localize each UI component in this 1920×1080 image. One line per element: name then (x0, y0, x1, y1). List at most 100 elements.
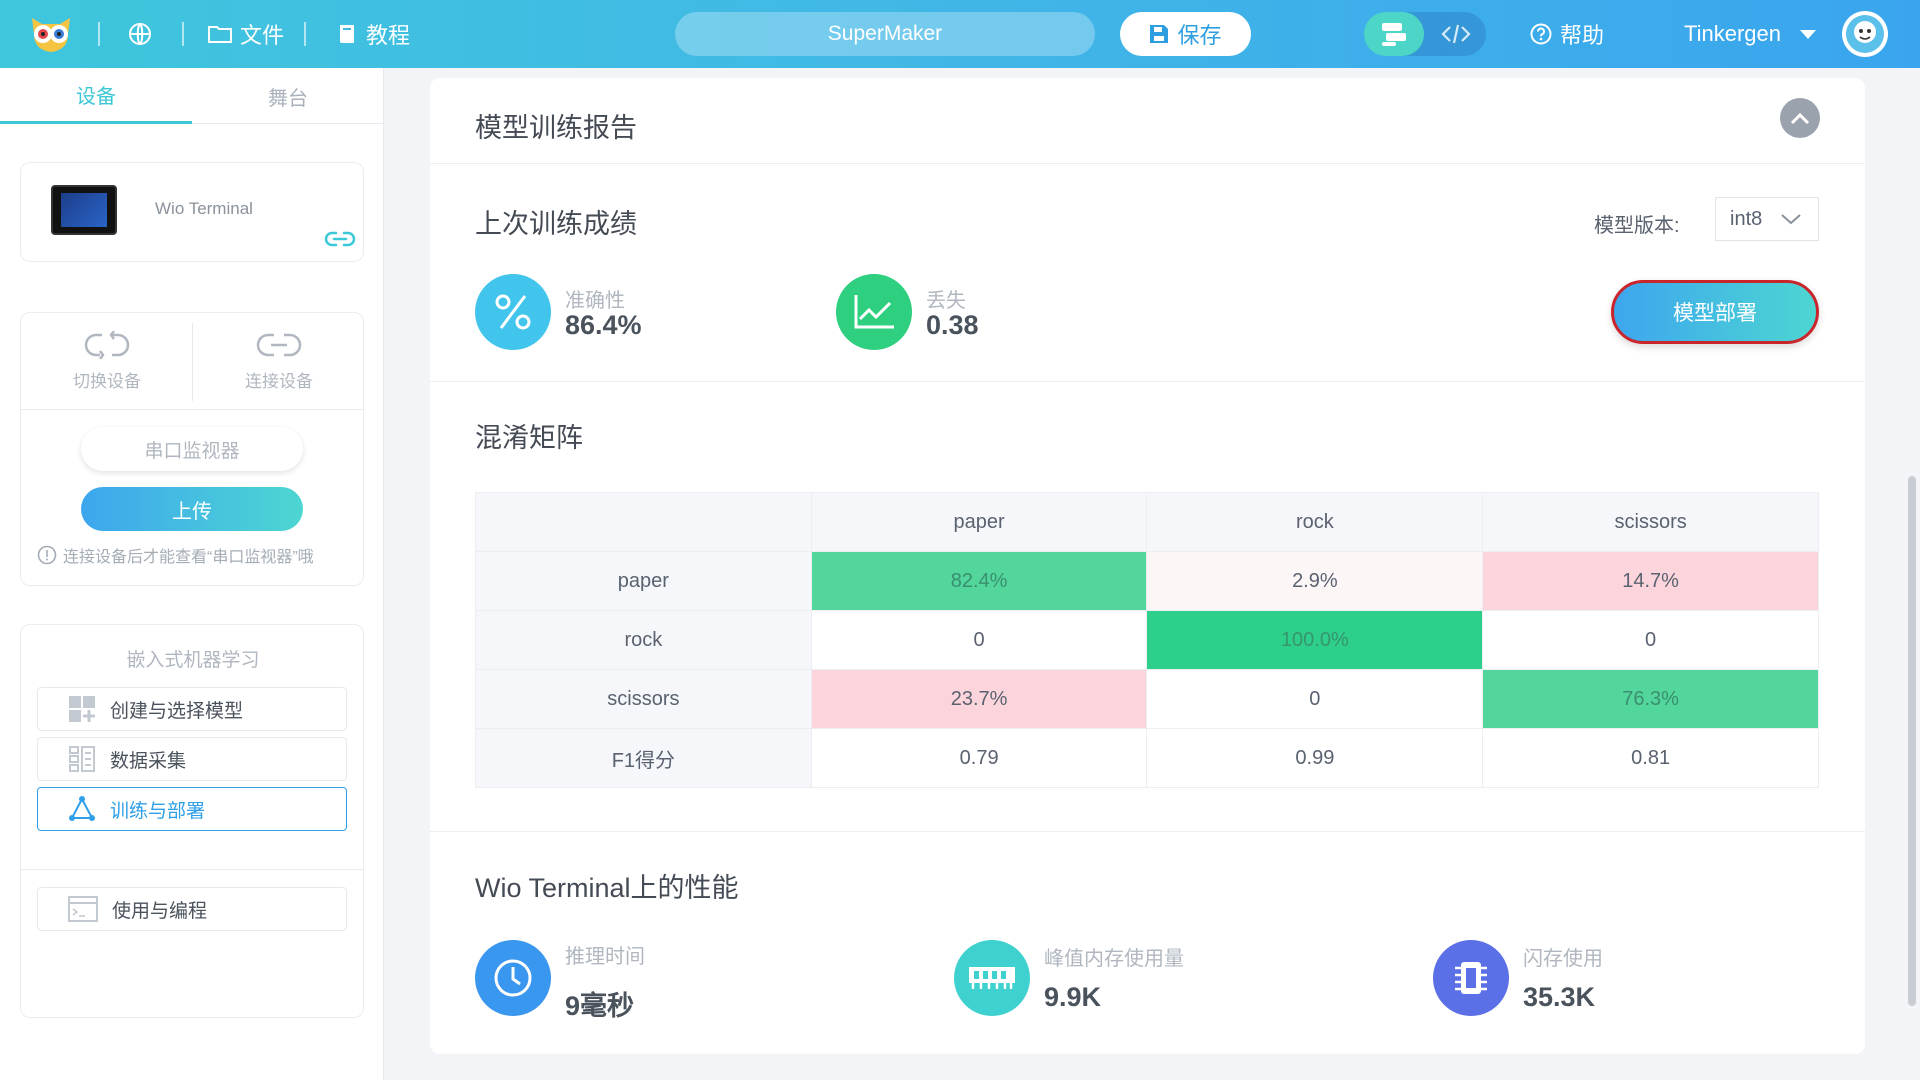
file-menu[interactable]: 文件 (208, 0, 284, 68)
loss-value: 0.38 (926, 310, 979, 340)
connect-device-button[interactable]: 连接设备 (193, 313, 365, 409)
matrix-cell: 76.3% (1482, 669, 1819, 729)
code-icon (1441, 24, 1471, 44)
model-version-select[interactable]: int8 (1715, 197, 1819, 241)
matrix-cell: 82.4% (810, 551, 1148, 611)
top-bar: 文件 教程 SuperMaker 保存 帮助 Tinkergen (0, 0, 1920, 68)
book-icon (340, 25, 354, 43)
peak-memory-value: 9.9K (1044, 982, 1102, 1012)
connect-device-label: 连接设备 (245, 371, 313, 391)
blocks-icon (1382, 23, 1406, 46)
left-panel: 设备 舞台 Wio Terminal 切换设备 连接设备 串口监视器 上传 连接… (0, 68, 384, 1080)
divider (21, 869, 365, 870)
vertical-scrollbar[interactable] (1908, 476, 1916, 1006)
row-header: paper (475, 551, 812, 611)
row-header: scissors (475, 669, 812, 729)
ml-item-train-deploy[interactable]: 训练与部署 (37, 787, 347, 831)
sidebar-tabs: 设备 舞台 (0, 68, 384, 124)
matrix-cell: 23.7% (810, 669, 1148, 729)
caret-down-icon (1800, 30, 1817, 39)
info-icon (37, 545, 57, 565)
divider (430, 831, 1865, 832)
matrix-cell: 14.7% (1482, 551, 1819, 611)
device-card[interactable]: Wio Terminal (20, 162, 364, 262)
divider (182, 22, 184, 46)
tutorial-menu[interactable]: 教程 (338, 0, 410, 68)
grid-icon (69, 696, 95, 722)
table-corner (475, 492, 812, 552)
link-icon[interactable] (323, 228, 357, 255)
user-name: Tinkergen (1684, 21, 1782, 46)
chevron-up-icon (1790, 112, 1810, 125)
tab-device[interactable]: 设备 (0, 68, 192, 124)
matrix-cell: 0 (1482, 610, 1819, 670)
globe-icon (129, 23, 151, 45)
report-title: 模型训练报告 (475, 113, 637, 143)
inference-time-label: 推理时间 (565, 946, 645, 968)
user-menu[interactable]: Tinkergen (1684, 0, 1817, 68)
flash-chip-icon (1433, 940, 1509, 1016)
owl-logo-icon[interactable] (28, 14, 74, 54)
code-mode-button[interactable] (1426, 12, 1486, 56)
save-button[interactable]: 保存 (1120, 12, 1251, 56)
flash-usage-value: 35.3K (1523, 982, 1596, 1012)
project-name-field[interactable]: SuperMaker (675, 12, 1095, 56)
f1-cell: 0.81 (1482, 728, 1819, 788)
model-version-value: int8 (1730, 207, 1763, 230)
f1-cell: 0.79 (810, 728, 1148, 788)
ml-item-label: 训练与部署 (110, 800, 206, 822)
percent-icon (475, 274, 551, 350)
upload-button[interactable]: 上传 (81, 487, 303, 531)
device-image (51, 185, 117, 235)
mode-toggle[interactable] (1364, 12, 1486, 56)
f1-cell: 0.99 (1146, 728, 1484, 788)
ml-item-label: 使用与编程 (112, 900, 208, 922)
performance-title: Wio Terminal上的性能 (475, 873, 739, 903)
device-actions-card: 切换设备 连接设备 串口监视器 上传 连接设备后才能查看“串口监视器”哦 (20, 312, 365, 586)
switch-icon (84, 330, 130, 359)
clock-icon (475, 940, 551, 1016)
help-icon (1530, 23, 1552, 45)
chevron-down-icon (1781, 214, 1801, 225)
column-header: paper (810, 492, 1148, 552)
table-row: rock 0 100.0% 0 (475, 610, 1819, 670)
divider (21, 409, 365, 410)
network-icon (69, 796, 95, 821)
matrix-cell: 0 (1146, 669, 1484, 729)
help-button[interactable]: 帮助 (1530, 0, 1604, 68)
peak-memory-label: 峰值内存使用量 (1044, 948, 1184, 970)
accuracy-label: 准确性 (565, 290, 625, 312)
help-label: 帮助 (1560, 23, 1605, 48)
save-icon (1150, 25, 1169, 43)
ml-card: 嵌入式机器学习 创建与选择模型 数据采集 训练与部署 使用与编程 (20, 624, 365, 1018)
confusion-matrix-title: 混淆矩阵 (475, 423, 583, 453)
language-button[interactable] (128, 0, 152, 68)
avatar[interactable] (1842, 11, 1888, 57)
flash-usage-label: 闪存使用 (1523, 948, 1603, 970)
collapse-button[interactable] (1780, 98, 1820, 138)
switch-device-label: 切换设备 (73, 371, 141, 391)
ml-item-label: 数据采集 (110, 750, 187, 772)
row-header: F1得分 (475, 728, 812, 788)
serial-monitor-button[interactable]: 串口监视器 (81, 427, 303, 471)
ml-item-use-program[interactable]: 使用与编程 (37, 887, 347, 931)
ml-item-create-model[interactable]: 创建与选择模型 (37, 687, 347, 731)
column-header: scissors (1482, 492, 1819, 552)
matrix-cell: 100.0% (1146, 610, 1484, 670)
user-avatar-icon (1846, 15, 1884, 53)
data-icon (69, 746, 95, 772)
row-header: rock (475, 610, 812, 670)
ml-item-data-collection[interactable]: 数据采集 (37, 737, 347, 781)
terminal-icon (68, 896, 98, 922)
tutorial-menu-label: 教程 (366, 23, 411, 48)
device-name: Wio Terminal (155, 199, 253, 218)
connect-hint-text: 连接设备后才能查看“串口监视器”哦 (63, 549, 314, 566)
table-row: F1得分 0.79 0.99 0.81 (475, 728, 1819, 788)
matrix-cell: 0 (810, 610, 1148, 670)
block-mode-button[interactable] (1364, 12, 1424, 56)
save-button-label: 保存 (1177, 23, 1222, 48)
tab-stage[interactable]: 舞台 (192, 68, 384, 124)
deploy-model-button[interactable]: 模型部署 (1611, 280, 1819, 344)
switch-device-button[interactable]: 切换设备 (21, 313, 193, 409)
table-row: scissors 23.7% 0 76.3% (475, 669, 1819, 729)
